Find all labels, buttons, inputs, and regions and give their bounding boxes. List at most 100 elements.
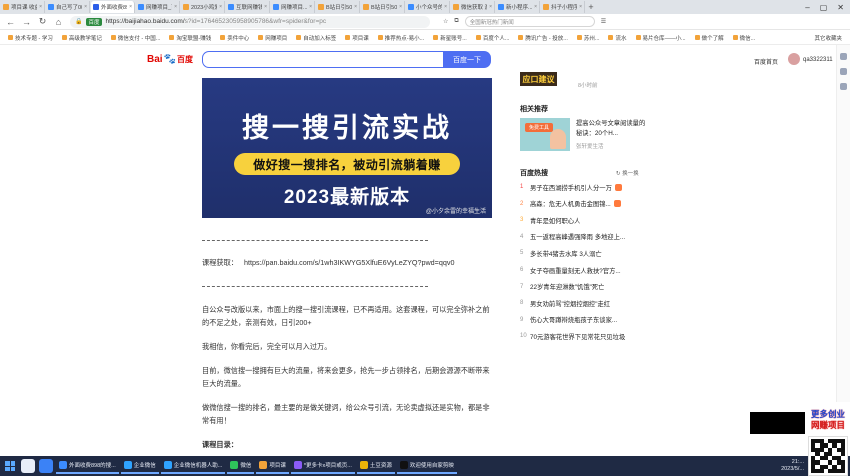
browser-tab[interactable]: 自己写了000副...× bbox=[46, 1, 90, 13]
taskbar-app[interactable]: 企业微信机器人助... bbox=[160, 458, 226, 474]
browser-tab[interactable]: 项目课 收益与文章× bbox=[1, 1, 45, 13]
bookmark-item[interactable]: 卖件中心 bbox=[220, 34, 249, 42]
menu-icon[interactable]: ☰ bbox=[601, 18, 606, 25]
close-icon[interactable]: × bbox=[174, 4, 177, 10]
promo-line-2: 网赚项目 bbox=[810, 420, 845, 430]
close-icon[interactable]: × bbox=[219, 4, 222, 10]
taskbar-app[interactable]: 企业微信 bbox=[120, 458, 159, 474]
bookmark-item[interactable]: 推荐热点-易小... bbox=[377, 34, 424, 42]
bookmark-item[interactable]: 腾讯广告 - 投放... bbox=[518, 34, 568, 42]
bookmark-label: 苏州... bbox=[583, 35, 600, 42]
top-thumb[interactable]: 应口建议 bbox=[520, 72, 557, 86]
taskbar-app[interactable]: *更多卡x项目或页... bbox=[290, 458, 355, 474]
course-link-label: 课程获取： bbox=[202, 258, 238, 267]
close-icon[interactable]: × bbox=[354, 4, 357, 10]
star-icon[interactable]: ☆ bbox=[443, 18, 448, 25]
task-view-icon[interactable] bbox=[39, 459, 53, 473]
taskbar-app[interactable]: 外面收费898的搜... bbox=[56, 458, 119, 474]
bookmark-item[interactable]: 淘宝联盟-赚钱 bbox=[169, 34, 211, 42]
close-icon[interactable]: × bbox=[399, 4, 402, 10]
close-icon[interactable]: × bbox=[444, 4, 447, 10]
close-icon[interactable]: × bbox=[84, 4, 87, 10]
back-icon[interactable]: ← bbox=[6, 17, 15, 27]
hot-search-item[interactable]: 8 男女劝前骂"控烟控烟控"走红 bbox=[520, 298, 648, 308]
taskbar-app[interactable]: 土豆资源 bbox=[356, 458, 395, 474]
username[interactable]: qa3322311 bbox=[803, 57, 833, 63]
browser-tab[interactable]: 抖子小程序引...× bbox=[541, 1, 585, 13]
hot-search-item[interactable]: 4 五一返程高峰遇强降雨 多地迎上... bbox=[520, 232, 648, 242]
close-icon[interactable]: × bbox=[579, 4, 582, 10]
browser-tab[interactable]: 网赚项目... × bbox=[271, 1, 315, 13]
avatar[interactable] bbox=[788, 53, 800, 65]
hot-search-item[interactable]: 7 22岁青年迎淋数"饥饿"死亡 bbox=[520, 282, 648, 292]
taskbar-app[interactable]: 欢迎使用自家剪映 bbox=[396, 458, 457, 474]
taskbar-app[interactable]: 微信 bbox=[227, 458, 255, 474]
browser-tab[interactable]: 外面收费898的...× bbox=[91, 1, 135, 13]
browser-tab[interactable]: 微信获取 游戏...× bbox=[451, 1, 495, 13]
bookmark-item[interactable]: 流水 bbox=[608, 34, 627, 42]
bookmark-item[interactable]: 网赚项目 bbox=[258, 34, 287, 42]
hot-search-item[interactable]: 10 70元游客花世界下见常花只见垃圾 bbox=[520, 331, 648, 341]
bookmark-item[interactable]: 百度个人... bbox=[475, 34, 509, 42]
search-input[interactable] bbox=[202, 51, 444, 68]
bookmark-item[interactable]: 新星账号... bbox=[433, 34, 467, 42]
browser-tab[interactable]: 互联网赚钱文...× bbox=[226, 1, 270, 13]
hot-search-item[interactable]: 5 多长带4猪去水库 3人溺亡 bbox=[520, 248, 648, 258]
hot-search-item[interactable]: 3 青年是如何职心人 bbox=[520, 215, 648, 225]
close-icon[interactable]: × bbox=[489, 4, 492, 10]
search-icon[interactable] bbox=[21, 459, 35, 473]
browser-tab[interactable]: 2023小鸡爱的...× bbox=[181, 1, 225, 13]
sidebar-tool-icon[interactable] bbox=[840, 68, 847, 75]
reload-icon[interactable]: ↻ bbox=[38, 16, 47, 27]
new-tab-button[interactable]: + bbox=[585, 2, 597, 12]
hot-search-item[interactable]: 9 伤心大哥蹲辩烧瓶孩子东谈家... bbox=[520, 315, 648, 325]
home-link[interactable]: 百度首页 bbox=[754, 57, 778, 66]
search-button[interactable]: 百度一下 bbox=[443, 51, 491, 68]
home-icon[interactable]: ⌂ bbox=[54, 17, 63, 27]
taskbar-app-label: 项目课 bbox=[269, 463, 286, 469]
close-icon[interactable]: × bbox=[129, 4, 132, 10]
browser-tab[interactable]: 新小程序... × bbox=[496, 1, 540, 13]
close-icon[interactable]: × bbox=[534, 4, 537, 10]
browser-tab[interactable]: B站日引50+...× bbox=[316, 1, 360, 13]
extensions-icon[interactable]: ⧉ bbox=[454, 18, 458, 25]
other-bookmarks[interactable]: 其它收藏夹 bbox=[814, 34, 842, 42]
bookmark-item[interactable]: 项目课 bbox=[345, 34, 369, 42]
windows-start-icon[interactable] bbox=[2, 458, 18, 474]
browser-tab[interactable]: B站日引50+...× bbox=[361, 1, 405, 13]
bookmark-item[interactable]: 苏州... bbox=[576, 34, 600, 42]
close-icon[interactable]: × bbox=[264, 4, 267, 10]
browser-tab[interactable]: 网赚项目_百度...× bbox=[136, 1, 180, 13]
bookmark-item[interactable]: 微信支付 - 中国... bbox=[110, 34, 160, 42]
bookmark-icon bbox=[8, 35, 13, 40]
close-window-icon[interactable]: ✕ bbox=[837, 3, 844, 12]
bookmark-item[interactable]: 微信... bbox=[732, 34, 755, 42]
bookmark-item[interactable]: 自动加入标签 bbox=[296, 34, 336, 42]
maximize-icon[interactable]: ▢ bbox=[820, 3, 828, 12]
taskbar-app[interactable]: 项目课 bbox=[256, 458, 289, 474]
hot-search-item[interactable]: 1 男子在西湖捞手机引人分一万 bbox=[520, 182, 648, 192]
bookmark-item[interactable]: 易片仓库——小... bbox=[635, 34, 686, 42]
minimize-icon[interactable]: – bbox=[805, 3, 809, 12]
forward-icon[interactable]: → bbox=[22, 17, 31, 27]
sidebar-tool-icon[interactable] bbox=[840, 53, 847, 60]
close-icon[interactable]: × bbox=[39, 4, 42, 10]
hot-search-item[interactable]: 2 高森：危无人机勇击金图锦... bbox=[520, 199, 648, 209]
close-icon[interactable]: × bbox=[309, 4, 312, 10]
browser-tab[interactable]: 小个众号的...× bbox=[406, 1, 450, 13]
url-text[interactable]: https://baijiahao.baidu.com/s?id=1764652… bbox=[106, 18, 327, 25]
bookmark-item[interactable]: 高级教学笔记 bbox=[61, 34, 102, 42]
sidebar-tool-icon[interactable] bbox=[840, 83, 847, 90]
bookmark-icon bbox=[345, 35, 351, 40]
refresh-button[interactable]: ↻ 换一换 bbox=[616, 169, 639, 177]
related-thumb[interactable]: 免费工具 bbox=[520, 118, 570, 151]
related-item-title[interactable]: 提高公众号文章阅读量的秘诀：20个H... bbox=[576, 119, 646, 139]
address-bar[interactable]: 🔒 百度 https://baijiahao.baidu.com/s?id=17… bbox=[70, 15, 430, 28]
bookmark-item[interactable]: 做个了解 bbox=[694, 34, 724, 42]
tab-favicon bbox=[273, 4, 279, 10]
hot-search-item[interactable]: 6 女子夺画重量刻无人救扶?官方... bbox=[520, 265, 648, 275]
baidu-logo[interactable]: Bai 🐾 百度 bbox=[147, 54, 193, 65]
toolbar-search-input[interactable]: 全国新冠热门新闻 bbox=[464, 16, 595, 27]
course-link-url[interactable]: https://pan.baidu.com/s/1wh3IKWYG5XlfuE6… bbox=[244, 258, 454, 267]
bookmark-item[interactable]: 技术专题 - 学习 bbox=[8, 34, 53, 42]
